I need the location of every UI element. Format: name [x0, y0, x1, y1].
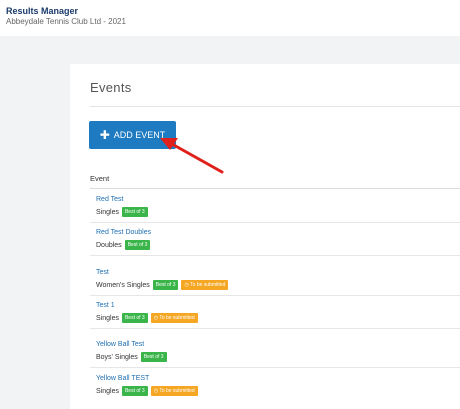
event-name-link[interactable]: Test: [96, 269, 109, 276]
event-name-link[interactable]: Red Test Doubles: [96, 229, 151, 236]
events-card: Events ✚ ADD EVENT Event Red Test Single…: [70, 64, 460, 409]
event-details: Singles Best of 3 ◷ To be submitted: [96, 386, 198, 396]
event-name-link[interactable]: Yellow Ball TEST: [96, 375, 149, 382]
best-of-badge: Best of 3: [121, 207, 148, 217]
column-header-event: Event: [90, 174, 110, 183]
event-type: Singles: [96, 208, 119, 216]
header-divider: [90, 188, 460, 189]
status-badge: ◷ To be submitted: [181, 280, 229, 290]
event-details: Singles Best of 3: [96, 207, 148, 217]
best-of-badge: Best of 3: [121, 386, 148, 396]
plus-icon: ✚: [99, 128, 110, 142]
red-arrow-icon: [160, 138, 224, 174]
page-title: Events: [90, 80, 132, 95]
status-badge: ◷ To be submitted: [150, 313, 198, 323]
event-details: Women's Singles Best of 3 ◷ To be submit…: [96, 280, 229, 290]
clock-icon: ◷: [153, 315, 159, 321]
table-row: Test Women's Singles Best of 3 ◷ To be s…: [90, 263, 460, 296]
event-name-link[interactable]: Yellow Ball Test: [96, 341, 144, 348]
status-label: To be submitted: [190, 282, 226, 288]
club-subtitle: Abbeydale Tennis Club Ltd - 2021: [6, 17, 126, 26]
event-type: Doubles: [96, 241, 122, 249]
app-title: Results Manager: [6, 6, 79, 16]
event-details: Boys' Singles Best of 3: [96, 352, 167, 362]
clock-icon: ◷: [184, 282, 189, 288]
table-row: Yellow Ball Test Boys' Singles Best of 3: [90, 335, 460, 368]
best-of-badge: Best of 3: [140, 352, 167, 362]
table-row: Red Test Doubles Doubles Best of 3: [90, 223, 460, 256]
table-row: Yellow Ball TEST Singles Best of 3 ◷ To …: [90, 369, 460, 401]
best-of-badge: Best of 3: [121, 313, 148, 323]
event-details: Doubles Best of 3: [96, 240, 151, 250]
event-type: Singles: [96, 387, 119, 395]
status-badge: ◷ To be submitted: [150, 386, 198, 396]
clock-icon: ◷: [153, 388, 159, 394]
top-header: Results Manager Abbeydale Tennis Club Lt…: [0, 0, 460, 36]
status-label: To be submitted: [159, 315, 195, 321]
table-row: Test 1 Singles Best of 3 ◷ To be submitt…: [90, 296, 460, 329]
best-of-badge: Best of 3: [152, 280, 179, 290]
event-details: Singles Best of 3 ◷ To be submitted: [96, 313, 198, 323]
status-label: To be submitted: [159, 388, 195, 394]
event-type: Women's Singles: [96, 281, 150, 289]
title-divider: [90, 106, 460, 107]
best-of-badge: Best of 3: [124, 240, 151, 250]
event-type: Singles: [96, 314, 119, 322]
event-name-link[interactable]: Test 1: [96, 302, 115, 309]
table-row: Red Test Singles Best of 3: [90, 190, 460, 223]
event-type: Boys' Singles: [96, 353, 138, 361]
event-name-link[interactable]: Red Test: [96, 196, 124, 203]
